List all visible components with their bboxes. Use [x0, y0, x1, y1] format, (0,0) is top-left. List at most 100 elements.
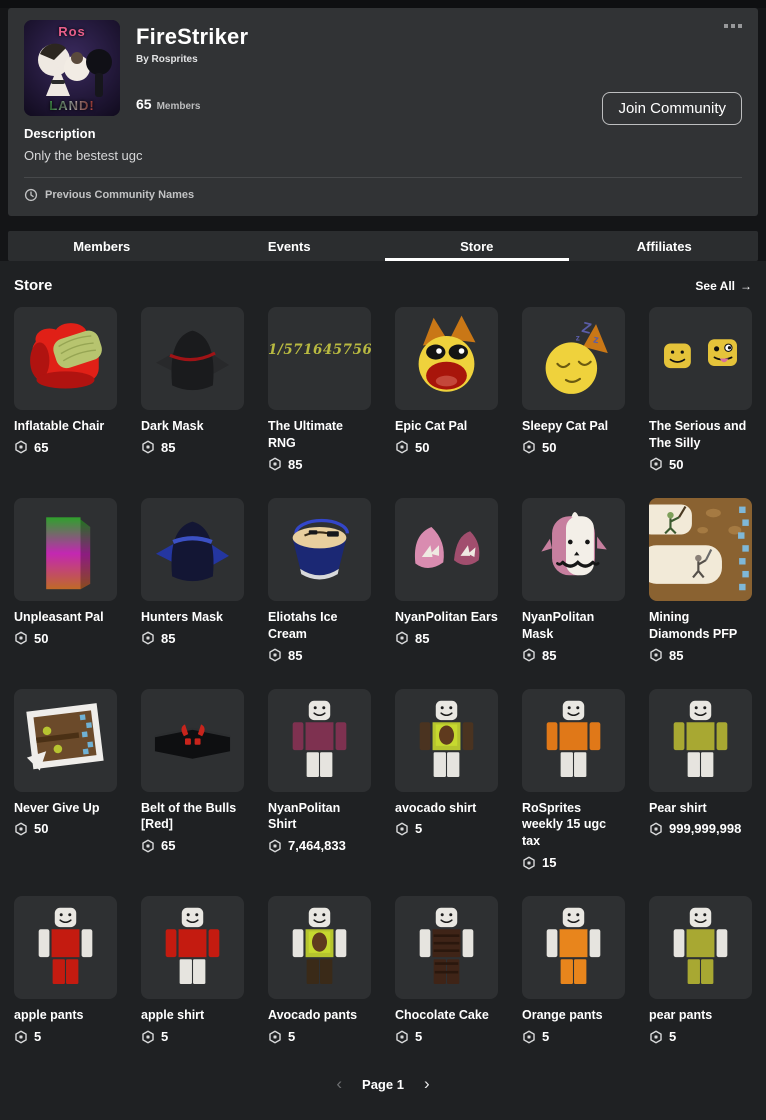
- page-prev-button[interactable]: ‹: [336, 1074, 342, 1094]
- robux-icon: [523, 1030, 535, 1043]
- item-name: Unpleasant Pal: [14, 609, 104, 624]
- robux-icon: [269, 839, 281, 853]
- item-thumbnail[interactable]: [268, 497, 371, 601]
- item-name: Orange pants: [522, 1008, 603, 1023]
- community-title: FireStriker: [136, 24, 249, 49]
- join-community-button[interactable]: Join Community: [602, 92, 742, 125]
- previous-community-names[interactable]: Previous Community Names: [24, 188, 742, 202]
- store-item[interactable]: NyanPolitan Shirt 7,464,833: [268, 688, 371, 871]
- tab-events[interactable]: Events: [196, 231, 384, 261]
- item-thumbnail[interactable]: Z z z: [522, 307, 625, 410]
- tab-members[interactable]: Members: [8, 231, 196, 261]
- item-name: Eliotahs Ice Cream: [268, 609, 338, 641]
- store-item[interactable]: pear pants 5: [649, 896, 752, 1044]
- item-name: Mining Diamonds PFP: [649, 609, 738, 641]
- store-item[interactable]: Belt of the Bulls [Red] 65: [141, 688, 244, 871]
- robux-icon: [269, 1030, 281, 1043]
- item-thumbnail[interactable]: [522, 688, 625, 792]
- robux-icon: [523, 440, 535, 454]
- see-all-link[interactable]: See All →: [695, 279, 752, 293]
- item-price: 50: [649, 457, 752, 472]
- clock-icon: [24, 188, 38, 202]
- item-price: 50: [395, 440, 498, 455]
- item-thumbnail[interactable]: [141, 688, 244, 792]
- store-item[interactable]: 1/571645756 The Ultimate RNG 85: [268, 307, 371, 472]
- item-price-value: 5: [34, 1029, 42, 1044]
- item-thumbnail[interactable]: [649, 497, 752, 601]
- store-item[interactable]: apple shirt 5: [141, 896, 244, 1044]
- see-all-label: See All: [695, 278, 735, 293]
- store-item[interactable]: Inflatable Chair 65: [14, 307, 117, 472]
- item-thumbnail[interactable]: [141, 307, 244, 410]
- page-next-button[interactable]: ›: [424, 1074, 430, 1094]
- store-item[interactable]: Dark Mask 85: [141, 307, 244, 472]
- item-price: 85: [522, 648, 625, 663]
- item-name: NyanPolitan Mask: [522, 609, 595, 641]
- store-item[interactable]: apple pants 5: [14, 896, 117, 1044]
- store-item[interactable]: Avocado pants 5: [268, 896, 371, 1044]
- item-price: 85: [395, 631, 498, 646]
- page-label: Page 1: [362, 1076, 404, 1092]
- tab-affiliates[interactable]: Affiliates: [571, 231, 759, 261]
- item-price: 999,999,998: [649, 821, 752, 836]
- store-item[interactable]: NyanPolitan Ears 85: [395, 497, 498, 663]
- item-price-value: 50: [34, 630, 49, 646]
- store-item[interactable]: The Serious and The Silly 50: [649, 307, 752, 472]
- store-item[interactable]: Orange pants 5: [522, 896, 625, 1044]
- avatar-text-top: Ros: [58, 24, 86, 39]
- item-price: 65: [14, 440, 117, 455]
- item-thumbnail[interactable]: [141, 896, 244, 1000]
- store-item[interactable]: Hunters Mask 85: [141, 497, 244, 663]
- store-item[interactable]: Epic Cat Pal 50: [395, 307, 498, 472]
- item-price-value: 15: [542, 855, 557, 871]
- item-price: 5: [395, 1029, 498, 1044]
- store-item[interactable]: Unpleasant Pal 50: [14, 497, 117, 663]
- item-thumbnail[interactable]: [522, 497, 625, 601]
- store-item[interactable]: Z z z Sleepy Cat Pal 50: [522, 307, 625, 472]
- item-price-value: 50: [669, 456, 684, 472]
- item-thumbnail[interactable]: [395, 896, 498, 1000]
- store-item[interactable]: avocado shirt 5: [395, 688, 498, 871]
- community-header: Ros LAND! FireStriker By Rosprites 65 Me…: [8, 8, 758, 216]
- item-thumbnail[interactable]: [14, 896, 117, 1000]
- item-name: The Ultimate RNG: [268, 419, 344, 450]
- item-thumbnail[interactable]: 1/571645756: [268, 307, 371, 410]
- store-item[interactable]: Chocolate Cake 5: [395, 896, 498, 1044]
- item-thumbnail[interactable]: [395, 497, 498, 601]
- item-thumbnail[interactable]: [649, 896, 752, 1000]
- store-item[interactable]: Never Give Up 50: [14, 688, 117, 871]
- item-thumbnail[interactable]: [649, 688, 752, 792]
- community-owner[interactable]: By Rosprites: [136, 54, 248, 65]
- item-thumbnail[interactable]: [141, 497, 244, 601]
- item-thumbnail[interactable]: [522, 896, 625, 1000]
- store-item[interactable]: Eliotahs Ice Cream 85: [268, 497, 371, 663]
- item-price: 50: [14, 821, 117, 836]
- robux-icon: [396, 1030, 408, 1043]
- item-thumbnail[interactable]: [268, 896, 371, 1000]
- item-thumbnail[interactable]: [268, 688, 371, 792]
- item-price-value: 65: [34, 439, 49, 455]
- robux-icon: [15, 440, 27, 454]
- item-name: Pear shirt: [649, 800, 707, 815]
- robux-icon: [15, 1030, 27, 1043]
- item-thumbnail[interactable]: [649, 307, 752, 410]
- store-grid: Inflatable Chair 65 Dark Mask 85 1/571645…: [14, 307, 752, 1044]
- item-thumbnail[interactable]: [395, 307, 498, 410]
- item-thumbnail[interactable]: [395, 688, 498, 792]
- item-thumbnail[interactable]: [14, 688, 117, 792]
- ellipsis-menu-icon[interactable]: [724, 24, 742, 28]
- item-price-value: 85: [669, 647, 684, 663]
- item-price: 7,464,833: [268, 838, 371, 853]
- item-price: 5: [141, 1029, 244, 1044]
- item-thumbnail[interactable]: [14, 307, 117, 410]
- tab-store[interactable]: Store: [383, 231, 571, 261]
- item-price-value: 50: [542, 439, 557, 455]
- store-item[interactable]: RoSprites weekly 15 ugc tax 15: [522, 688, 625, 871]
- store-item[interactable]: Mining Diamonds PFP 85: [649, 497, 752, 663]
- item-price: 85: [141, 631, 244, 646]
- store-item[interactable]: NyanPolitan Mask 85: [522, 497, 625, 663]
- item-thumbnail[interactable]: [14, 497, 117, 601]
- store-section: Store See All → Inflatable Chair 65 Dark…: [0, 261, 766, 1120]
- store-item[interactable]: Pear shirt 999,999,998: [649, 688, 752, 871]
- item-price-value: 85: [288, 647, 303, 663]
